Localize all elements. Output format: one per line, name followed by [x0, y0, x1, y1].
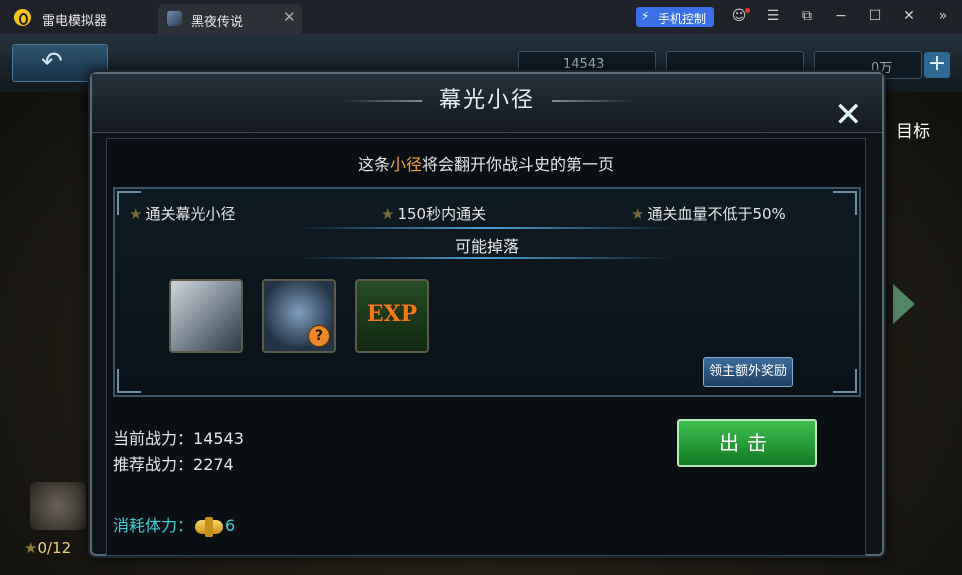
divider: [295, 227, 675, 229]
drop-item-iron-ingot[interactable]: [169, 279, 243, 353]
subtitle-highlight: 小径: [389, 155, 422, 174]
star-icon: ★: [24, 539, 38, 557]
minimize-icon[interactable]: −: [832, 8, 850, 24]
stamina-icon: [195, 516, 224, 537]
divider: [295, 257, 675, 259]
current-power-value: 14543: [193, 429, 244, 448]
corner-ornament: [117, 369, 141, 393]
attack-button[interactable]: 出击: [677, 419, 817, 467]
expand-icon[interactable]: »: [934, 8, 952, 24]
star-icon: ★: [129, 205, 143, 223]
next-arrow-icon[interactable]: [893, 284, 915, 324]
stars-progress-value: 0/12: [37, 539, 72, 557]
stamina-label: 消耗体力：: [113, 516, 194, 535]
drop-item-exp[interactable]: EXP: [355, 279, 429, 353]
current-power: 当前战力：14543: [113, 425, 244, 449]
phone-control-button[interactable]: ⚡ 手机控制: [636, 7, 714, 27]
stamina-cost: 消耗体力： 6: [113, 512, 236, 537]
drop-item-knight[interactable]: ?: [262, 279, 336, 353]
stage-dialog: 幕光小径 ✕ 这条小径将会翻开你战斗史的第一页 ★ 通关幕光小径 ★ 150秒内通关…: [90, 72, 884, 556]
phone-control-label: 手机控制: [658, 12, 707, 26]
app-name: 雷电模拟器: [42, 14, 108, 29]
dialog-header: 幕光小径 ✕: [92, 74, 882, 133]
corner-ornament: [833, 191, 857, 215]
add-resource-button[interactable]: +: [924, 52, 950, 78]
popout-icon[interactable]: ⧉: [798, 8, 816, 24]
maximize-icon[interactable]: ☐: [866, 8, 884, 24]
stamina-value: 6: [225, 516, 236, 535]
subtitle-part-1: 这条: [357, 155, 390, 174]
current-power-label: 当前战力：: [113, 429, 194, 448]
menu-icon[interactable]: ☰: [764, 8, 782, 24]
corner-ornament: [833, 369, 857, 393]
tab-close-icon[interactable]: ✕: [283, 8, 296, 26]
goal-1-label: 通关幕光小径: [145, 205, 236, 223]
recommended-power-label: 推荐战力：: [113, 455, 194, 474]
stars-progress: ★0/12: [24, 539, 71, 557]
tab-label: 黑夜传说: [191, 15, 244, 30]
lord-bonus-button[interactable]: 领主额外奖励: [703, 357, 793, 387]
goal-2: ★ 150秒内通关: [381, 203, 486, 224]
tab-game[interactable]: 黑夜传说 ✕: [158, 4, 302, 34]
resource-gold-value: 14543: [563, 57, 605, 72]
notification-dot: [745, 8, 750, 13]
exp-label: EXP: [366, 301, 418, 327]
drops-title: 可能掉落: [454, 237, 519, 256]
target-label[interactable]: 目标: [896, 117, 930, 142]
dialog-close-button[interactable]: ✕: [834, 98, 863, 132]
lightning-icon: ⚡: [641, 9, 650, 23]
game-icon: [167, 11, 182, 26]
goal-2-label: 150秒内通关: [397, 205, 487, 223]
star-icon: ★: [631, 205, 645, 223]
goal-1: ★ 通关幕光小径: [129, 203, 235, 224]
dialog-title: 幕光小径: [438, 88, 535, 113]
goal-3-label: 通关血量不低于50%: [647, 205, 786, 223]
question-mark-icon: ?: [308, 325, 330, 347]
back-arrow-icon: ↶: [41, 47, 63, 77]
stage-subtitle: 这条小径将会翻开你战斗史的第一页: [107, 151, 865, 175]
title-ornament-right: [552, 100, 632, 102]
goal-3: ★ 通关血量不低于50%: [631, 203, 786, 224]
chapter-emblem[interactable]: [30, 482, 86, 530]
star-icon: ★: [381, 205, 395, 223]
subtitle-part-2: 将会翻开你战斗史的第一页: [422, 155, 615, 174]
dialog-body: 这条小径将会翻开你战斗史的第一页 ★ 通关幕光小径 ★ 150秒内通关 ★ 通关血量不…: [106, 138, 866, 556]
game-viewport: ↶ 14543 0万 + 目标 ★0/12 幕光小径 ✕ 这条小径将会翻开你战斗…: [0, 34, 962, 575]
emulator-titlebar: 雷电模拟器 黑夜传说 ✕ ⚡ 手机控制 ☺ ☰ ⧉ − ☐ ✕ »: [0, 0, 962, 34]
recommended-power: 推荐战力：2274: [113, 451, 234, 475]
app-logo-icon: [14, 9, 31, 26]
recommended-power-value: 2274: [193, 455, 234, 474]
close-icon[interactable]: ✕: [900, 8, 918, 24]
goals-panel: ★ 通关幕光小径 ★ 150秒内通关 ★ 通关血量不低于50% 可能掉落 ? EXP …: [113, 187, 861, 397]
